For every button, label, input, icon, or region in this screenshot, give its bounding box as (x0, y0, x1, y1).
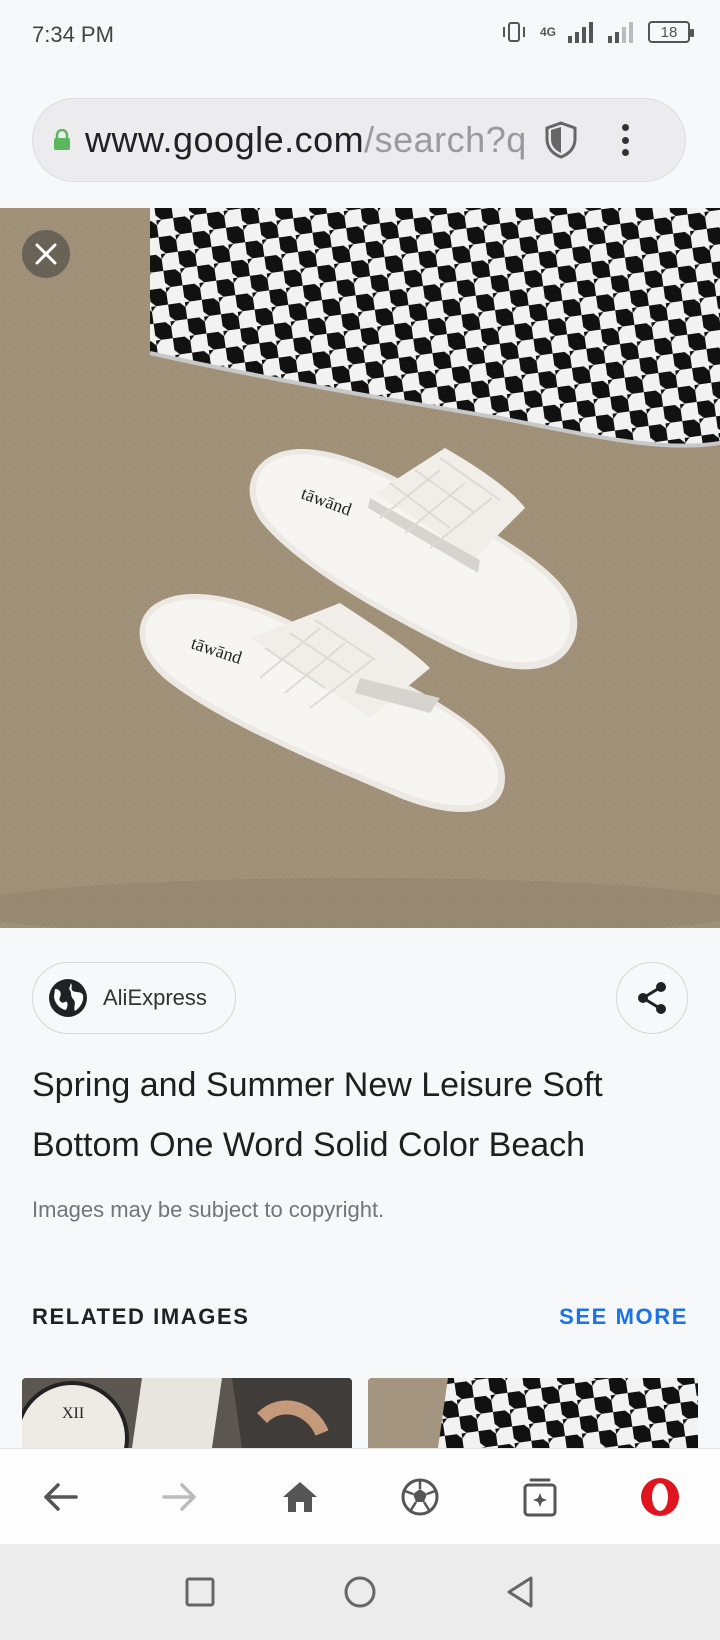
see-more-link[interactable]: SEE MORE (559, 1304, 688, 1330)
close-icon (35, 243, 57, 265)
shield-icon[interactable] (541, 120, 581, 160)
related-images-heading: RELATED IMAGES (32, 1304, 250, 1329)
slippers-photo: tāwānd tāwānd (0, 208, 720, 928)
url-text[interactable]: www.google.com/search?q (85, 119, 525, 161)
signal-weak-icon (608, 22, 633, 43)
tabs-button[interactable] (508, 1465, 572, 1529)
back-triangle-icon (507, 1576, 533, 1608)
svg-text:XII: XII (62, 1405, 84, 1422)
product-image: tāwānd tāwānd (0, 208, 720, 928)
recents-icon (185, 1577, 215, 1607)
share-icon (638, 982, 666, 1014)
related-image-thumb[interactable]: XII (22, 1378, 352, 1448)
close-button[interactable] (22, 230, 70, 278)
source-label: AliExpress (103, 985, 207, 1010)
back-button[interactable] (28, 1465, 92, 1529)
sports-button[interactable] (388, 1465, 452, 1529)
system-back-button[interactable] (490, 1562, 550, 1622)
status-icons: 4G 18 (500, 20, 694, 44)
image-title: Spring and Summer New Leisure Soft Botto… (32, 1066, 603, 1164)
system-home-button[interactable] (330, 1562, 390, 1622)
vibrate-icon (502, 22, 525, 42)
status-time: 7:34 PM (32, 22, 114, 47)
forward-icon (162, 1482, 196, 1511)
home-button[interactable] (268, 1465, 332, 1529)
globe-icon (49, 979, 87, 1017)
browser-toolbar (0, 1448, 720, 1544)
back-icon (44, 1482, 78, 1511)
kebab-menu-icon[interactable] (613, 120, 637, 160)
status-bar: 7:34 PM 4G 18 (0, 0, 720, 72)
home-icon (283, 1481, 317, 1512)
related-image-thumb[interactable] (368, 1378, 698, 1448)
copyright-notice: Images may be subject to copyright. (32, 1197, 385, 1222)
address-bar[interactable]: www.google.com/search?q (32, 98, 686, 182)
tab-switcher-icon (523, 1478, 557, 1516)
recents-button[interactable] (170, 1562, 230, 1622)
battery-icon: 18 (648, 21, 694, 43)
forward-button[interactable] (148, 1465, 212, 1529)
network-type: 4G (539, 25, 556, 39)
home-circle-icon (344, 1576, 376, 1608)
lock-icon (51, 129, 73, 151)
browser-address-area: www.google.com/search?q (0, 72, 720, 208)
opera-logo-icon (641, 1477, 679, 1516)
share-button[interactable] (616, 962, 688, 1034)
opera-menu-button[interactable] (628, 1465, 692, 1529)
source-chip[interactable]: AliExpress (32, 962, 236, 1034)
soccer-ball-icon (401, 1478, 439, 1515)
system-nav-bar (0, 1544, 720, 1640)
signal-icon (568, 22, 593, 43)
